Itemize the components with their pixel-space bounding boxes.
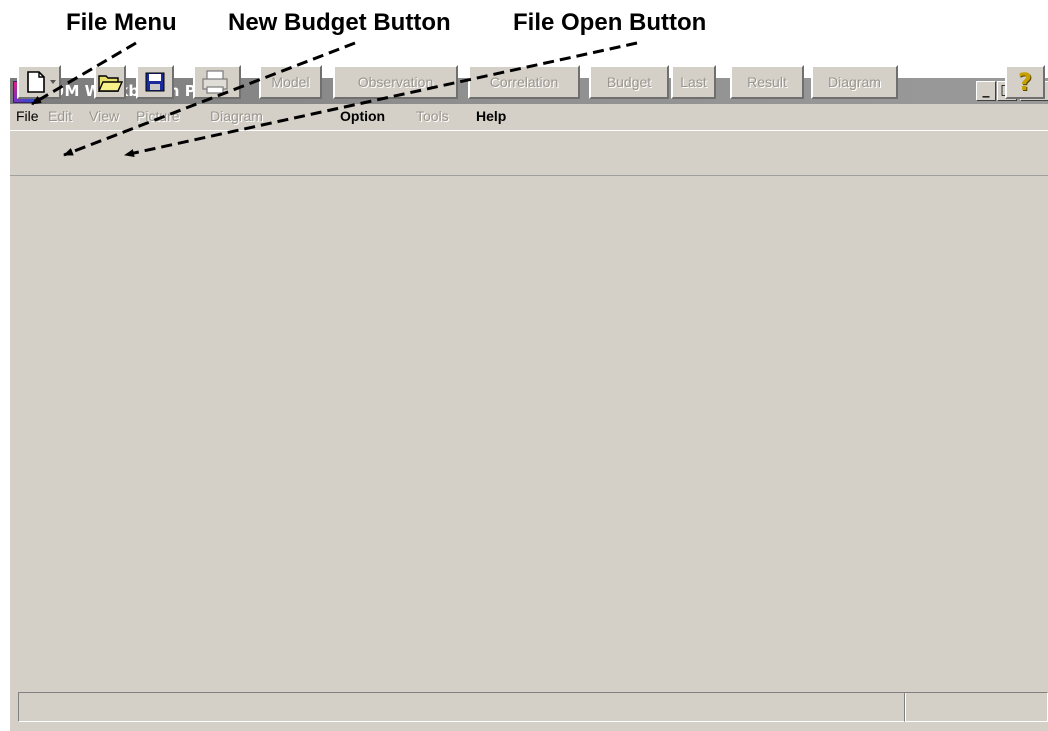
tab-result-label: Result bbox=[747, 74, 787, 90]
menu-edit[interactable]: Edit bbox=[48, 108, 72, 124]
tab-model[interactable]: Model bbox=[259, 65, 322, 99]
menu-diagram[interactable]: Diagram bbox=[210, 108, 263, 124]
tab-correlation-label: Correlation bbox=[489, 74, 559, 90]
menu-help[interactable]: Help bbox=[476, 108, 506, 124]
annotation-new-budget-button: New Budget Button bbox=[228, 9, 451, 36]
menu-view[interactable]: View bbox=[89, 108, 119, 124]
tab-model-label: Model bbox=[271, 74, 310, 90]
main-workspace bbox=[10, 176, 1048, 688]
minimize-button[interactable]: _ bbox=[976, 81, 996, 101]
menu-bar: File Edit View Picture Diagram Option To… bbox=[10, 104, 1048, 128]
tab-budget[interactable]: Budget bbox=[589, 65, 669, 99]
status-panel-main bbox=[18, 692, 906, 722]
tab-observation-label: Observation bbox=[357, 74, 434, 90]
tab-observation[interactable]: Observation bbox=[333, 65, 458, 99]
tab-correlation[interactable]: Correlation bbox=[468, 65, 580, 99]
tab-result[interactable]: Result bbox=[730, 65, 804, 99]
menu-option[interactable]: Option bbox=[340, 108, 385, 124]
save-disk-icon bbox=[145, 72, 165, 92]
new-budget-button[interactable] bbox=[17, 65, 61, 99]
annotation-file-menu: File Menu bbox=[66, 9, 177, 36]
tab-last-label: Last bbox=[680, 74, 707, 90]
printer-icon bbox=[202, 70, 228, 94]
save-button[interactable] bbox=[136, 65, 174, 99]
menu-tools[interactable]: Tools bbox=[416, 108, 449, 124]
file-open-button[interactable] bbox=[94, 65, 126, 99]
menu-file[interactable]: File bbox=[16, 108, 39, 124]
new-document-icon bbox=[27, 71, 56, 93]
help-button[interactable]: ? bbox=[1005, 65, 1045, 99]
tab-diagram[interactable]: Diagram bbox=[811, 65, 898, 99]
help-icon: ? bbox=[1018, 68, 1032, 96]
window-title: GUM Workbench Pro bbox=[40, 82, 214, 100]
open-folder-icon bbox=[97, 75, 124, 92]
window-body bbox=[10, 176, 1048, 731]
status-panel-secondary bbox=[904, 692, 1048, 722]
print-button[interactable] bbox=[193, 65, 241, 99]
tab-diagram-label: Diagram bbox=[828, 74, 881, 90]
menu-picture[interactable]: Picture bbox=[136, 108, 180, 124]
annotation-file-open-button: File Open Button bbox=[513, 9, 707, 36]
status-bar bbox=[10, 686, 1048, 729]
tab-last[interactable]: Last bbox=[671, 65, 716, 99]
tab-budget-label: Budget bbox=[606, 74, 652, 90]
toolbar bbox=[10, 130, 1048, 176]
